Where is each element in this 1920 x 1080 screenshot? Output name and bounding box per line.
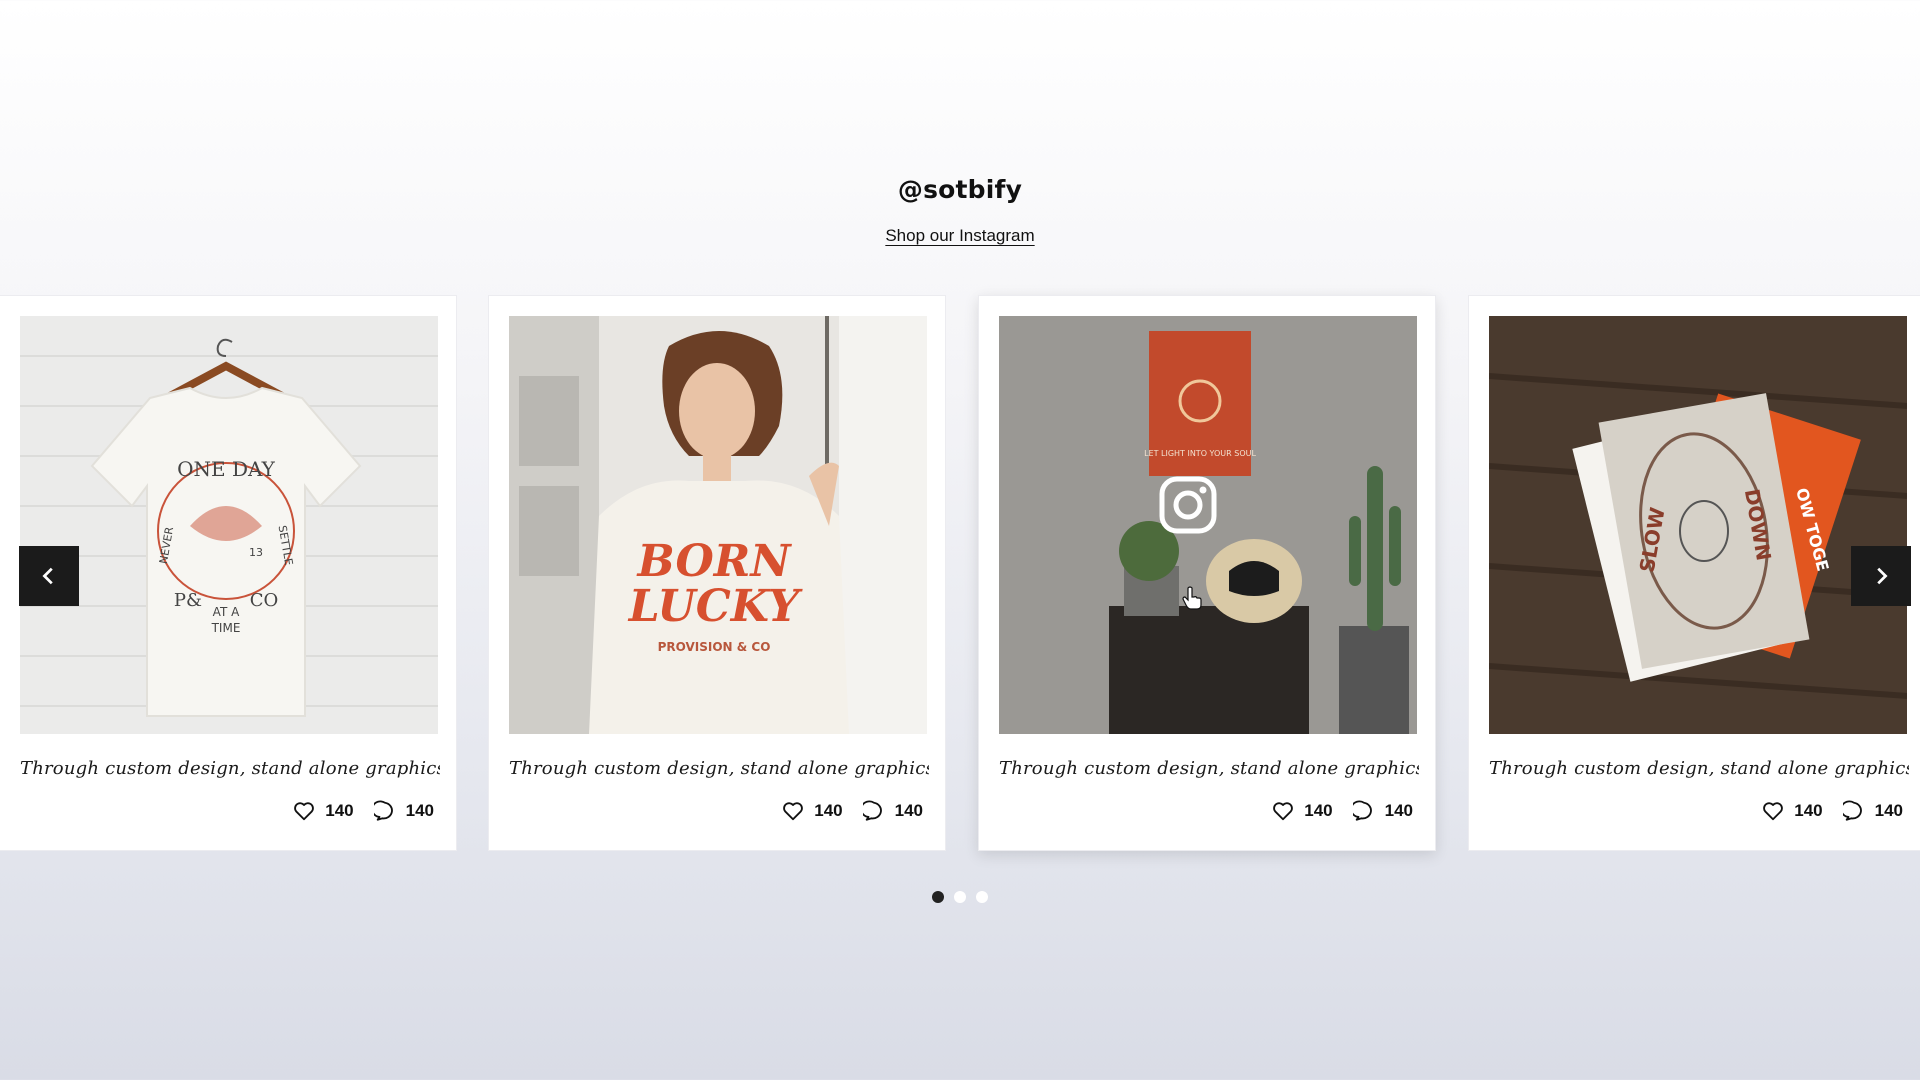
post-image-born-lucky[interactable]: BORN LUCKY PROVISION & CO bbox=[509, 316, 927, 734]
heart-icon bbox=[1763, 802, 1784, 821]
poster-print: LET LIGHT INTO YOUR SOUL bbox=[1144, 449, 1256, 458]
likes-count: 140 bbox=[325, 801, 354, 820]
post-stats: 140 140 bbox=[782, 800, 923, 822]
comments-stat[interactable]: 140 bbox=[1352, 800, 1413, 822]
pagination-dot-1[interactable] bbox=[932, 891, 944, 903]
comments-count: 140 bbox=[405, 801, 434, 820]
likes-stat[interactable]: 140 bbox=[293, 800, 354, 822]
instagram-post-card[interactable]: LET LIGHT INTO YOUR SOUL Through custom … bbox=[978, 295, 1436, 851]
lucky-print: LUCKY bbox=[627, 581, 803, 632]
instagram-post-card[interactable]: BORN LUCKY PROVISION & CO Through custom… bbox=[488, 295, 946, 851]
chevron-left-icon bbox=[42, 567, 53, 585]
likes-stat[interactable]: 140 bbox=[1272, 800, 1333, 822]
tshirt-print-pc: P& bbox=[174, 590, 202, 611]
born-lucky-photo: BORN LUCKY PROVISION & CO bbox=[509, 316, 927, 734]
post-stats: 140 140 bbox=[1272, 800, 1413, 822]
chevron-right-icon bbox=[1877, 567, 1888, 585]
instagram-icon[interactable] bbox=[1158, 475, 1218, 535]
prev-button[interactable] bbox=[19, 546, 79, 606]
carousel-pagination bbox=[0, 891, 1920, 903]
post-stats: 140 140 bbox=[293, 800, 434, 822]
tshirt-print-co: CO bbox=[250, 590, 279, 611]
heart-icon bbox=[783, 802, 804, 821]
slow-down-photo: SLOW DOWN OW TOGE bbox=[1489, 316, 1907, 734]
heart-icon bbox=[294, 802, 315, 821]
heart-icon bbox=[1273, 802, 1294, 821]
provision-print: PROVISION & CO bbox=[658, 640, 771, 654]
post-image-tshirt[interactable]: ONE DAY NEVER SETTLE P& CO AT A TIME 13 bbox=[20, 316, 438, 734]
likes-count: 140 bbox=[814, 801, 843, 820]
tshirt-print-top: ONE DAY bbox=[177, 457, 276, 481]
comments-count: 140 bbox=[1384, 801, 1413, 820]
instagram-handle: @sotbify bbox=[897, 175, 1023, 204]
pagination-dot-3[interactable] bbox=[976, 891, 988, 903]
comment-icon bbox=[862, 800, 882, 821]
tshirt-print-at: AT A bbox=[213, 605, 240, 619]
instagram-post-card[interactable]: SLOW DOWN OW TOGE Through custom design,… bbox=[1468, 295, 1920, 851]
comments-stat[interactable]: 140 bbox=[373, 800, 434, 822]
post-caption: Through custom design, stand alone graph… bbox=[20, 758, 440, 779]
comments-stat[interactable]: 140 bbox=[862, 800, 923, 822]
comment-icon bbox=[1352, 800, 1372, 821]
likes-stat[interactable]: 140 bbox=[1762, 800, 1823, 822]
hand-cursor-icon bbox=[1182, 586, 1202, 610]
comments-stat[interactable]: 140 bbox=[1842, 800, 1903, 822]
pagination-dot-2[interactable] bbox=[954, 891, 966, 903]
comment-icon bbox=[373, 800, 393, 821]
likes-count: 140 bbox=[1304, 801, 1333, 820]
comments-count: 140 bbox=[894, 801, 923, 820]
post-caption: Through custom design, stand alone graph… bbox=[999, 758, 1419, 779]
post-image-slow-down[interactable]: SLOW DOWN OW TOGE bbox=[1489, 316, 1907, 734]
instagram-header: @sotbify Shop our Instagram bbox=[0, 175, 1920, 246]
comment-icon bbox=[1842, 800, 1862, 821]
tshirt-print-time: TIME bbox=[211, 621, 241, 635]
instagram-carousel: ONE DAY NEVER SETTLE P& CO AT A TIME 13 … bbox=[0, 295, 1920, 851]
post-stats: 140 140 bbox=[1762, 800, 1903, 822]
tshirt-print-number: 13 bbox=[249, 546, 263, 559]
next-button[interactable] bbox=[1851, 546, 1911, 606]
instagram-post-card[interactable]: ONE DAY NEVER SETTLE P& CO AT A TIME 13 … bbox=[0, 295, 457, 851]
likes-count: 140 bbox=[1794, 801, 1823, 820]
likes-stat[interactable]: 140 bbox=[782, 800, 843, 822]
post-caption: Through custom design, stand alone graph… bbox=[1489, 758, 1909, 779]
born-print: BORN bbox=[635, 536, 792, 587]
tshirt-photo: ONE DAY NEVER SETTLE P& CO AT A TIME 13 bbox=[20, 316, 438, 734]
post-caption: Through custom design, stand alone graph… bbox=[509, 758, 929, 779]
shop-instagram-link[interactable]: Shop our Instagram bbox=[885, 226, 1034, 246]
comments-count: 140 bbox=[1874, 801, 1903, 820]
